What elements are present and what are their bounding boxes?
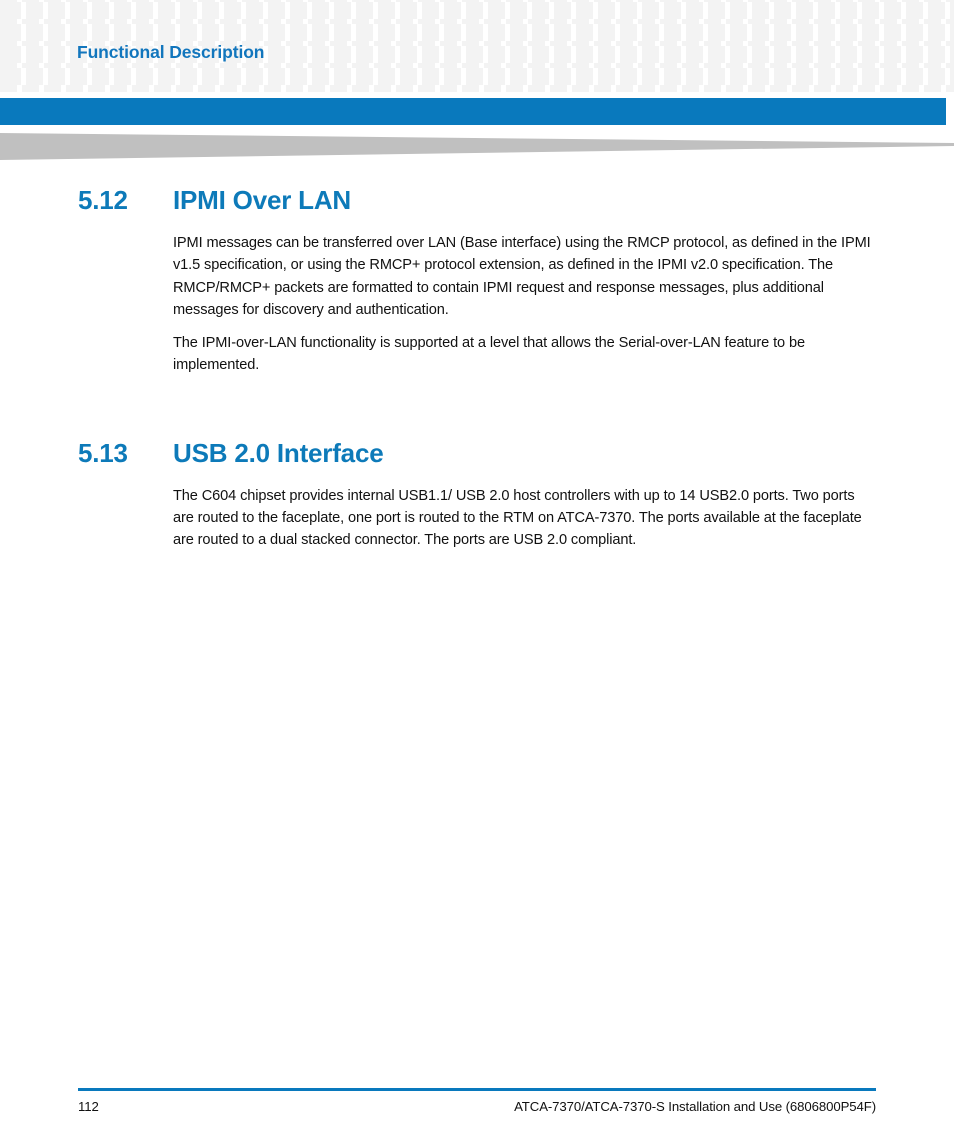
header-gray-wedge	[0, 131, 954, 163]
footer-rule	[78, 1088, 876, 1091]
section-number: 5.13	[78, 437, 128, 468]
section-body: IPMI messages can be transferred over LA…	[0, 232, 954, 377]
footer-document-title: ATCA-7370/ATCA-7370-S Installation and U…	[514, 1099, 876, 1114]
section-title: USB 2.0 Interface	[173, 437, 384, 468]
page-number: 112	[78, 1099, 99, 1114]
grid-row	[4, 2, 954, 19]
paragraph: The IPMI-over-LAN functionality is suppo…	[173, 335, 805, 374]
section-heading: 5.13 USB 2.0 Interface	[0, 438, 954, 469]
section-heading: 5.12 IPMI Over LAN	[0, 185, 954, 216]
grid-row	[4, 24, 954, 41]
section-5-13: 5.13 USB 2.0 Interface The C604 chipset …	[0, 438, 954, 552]
section-5-12: 5.12 IPMI Over LAN IPMI messages can be …	[0, 185, 954, 377]
header-blue-bar	[0, 98, 946, 125]
page-footer: 112 ATCA-7370/ATCA-7370-S Installation a…	[0, 1075, 954, 1145]
grid-row	[4, 68, 954, 85]
page-header: Functional Description	[0, 0, 954, 160]
section-body: The C604 chipset provides internal USB1.…	[0, 485, 954, 552]
section-number: 5.12	[78, 185, 128, 215]
paragraph: The C604 chipset provides internal USB1.…	[173, 487, 862, 549]
running-header-title: Functional Description	[77, 42, 265, 62]
page-content: 5.12 IPMI Over LAN IPMI messages can be …	[0, 163, 954, 552]
section-title: IPMI Over LAN	[173, 185, 351, 215]
footer-row: 112 ATCA-7370/ATCA-7370-S Installation a…	[78, 1099, 876, 1114]
paragraph: IPMI messages can be transferred over LA…	[173, 235, 871, 318]
